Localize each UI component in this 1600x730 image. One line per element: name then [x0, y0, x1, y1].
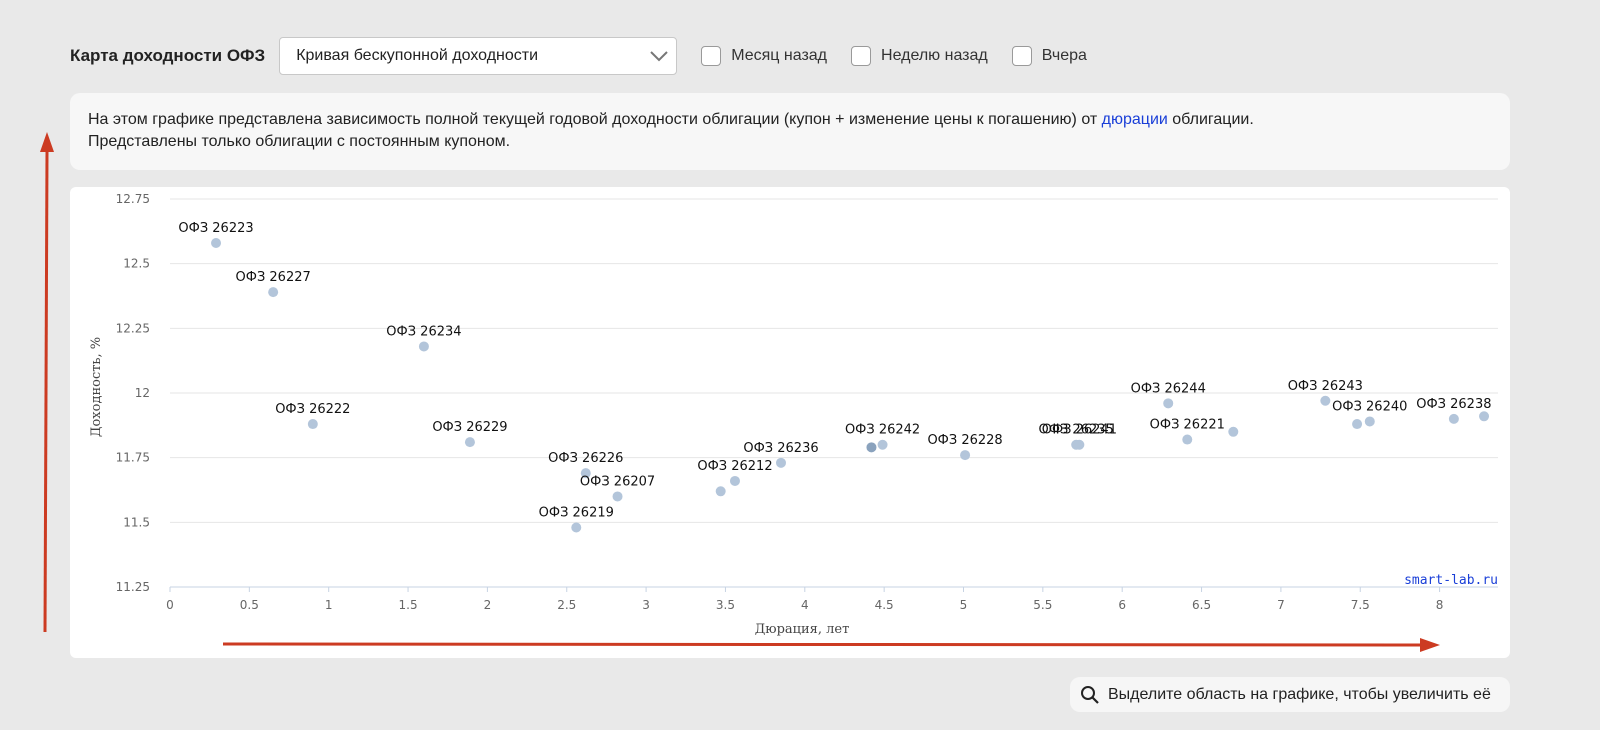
- y-tick-label: 12.25: [116, 321, 150, 335]
- point-label: ОФЗ 26243: [1288, 379, 1363, 394]
- page-title: Карта доходности ОФЗ: [70, 46, 266, 65]
- x-tick-label: 5.5: [1033, 598, 1052, 612]
- data-point: [960, 450, 971, 461]
- data-point: [1364, 416, 1375, 427]
- data-point: [1479, 411, 1490, 422]
- point-label: ОФЗ 26241: [1042, 423, 1117, 438]
- info-text-after: облигации.: [1167, 111, 1254, 128]
- point-label: ОФЗ 26219: [539, 506, 614, 521]
- checkbox-box[interactable]: [851, 46, 872, 66]
- x-axis-ticks: 0 0.5 1 1.5 2 2.5 3 3.5 4 4.5 5 5.5 6 6.5 7 7.5 8: [166, 587, 1443, 612]
- y-tick-label: 11.75: [116, 451, 150, 465]
- point-label: ОФЗ 26234: [386, 324, 461, 339]
- point-label: ОФЗ 26229: [432, 420, 507, 435]
- data-point: [418, 341, 429, 352]
- checkbox-label: Неделю назад: [881, 47, 988, 64]
- duration-link[interactable]: дюрации: [1102, 111, 1168, 128]
- info-text-before: На этом графике представлена зависимость…: [88, 111, 1102, 128]
- data-point: [729, 475, 740, 486]
- data-point: [775, 457, 786, 468]
- point-label: ОФЗ 26244: [1131, 381, 1206, 396]
- annotation-arrow-vertical: [43, 151, 49, 633]
- point-label: ОФЗ 26226: [548, 451, 623, 466]
- checkbox-week-ago[interactable]: Неделю назад: [851, 46, 988, 66]
- checkbox-month-ago[interactable]: Месяц назад: [701, 46, 827, 66]
- data-point: [715, 486, 726, 497]
- x-tick-label: 1: [325, 598, 333, 612]
- toolbar: Карта доходности ОФЗ Кривая бескупонной …: [70, 36, 1087, 76]
- x-tick-label: 8: [1436, 598, 1444, 612]
- data-point: [1163, 398, 1174, 409]
- info-box: На этом графике представлена зависимость…: [70, 93, 1510, 170]
- point-label: ОФЗ 26240: [1332, 399, 1407, 414]
- zoom-hint: Выделите область на графике, чтобы увели…: [1070, 677, 1510, 712]
- data-point: [1074, 439, 1085, 450]
- data-point: [211, 237, 222, 248]
- data-point: [612, 491, 623, 502]
- point-label: ОФЗ 26212: [697, 459, 772, 474]
- chevron-down-icon: [650, 51, 668, 62]
- x-tick-label: 2.5: [557, 598, 576, 612]
- curve-type-select-value: Кривая бескупонной доходности: [296, 47, 539, 64]
- x-tick-label: 7.5: [1351, 598, 1370, 612]
- point-label: ОФЗ 26227: [236, 270, 311, 285]
- data-point: [877, 439, 888, 450]
- y-axis-ticks: 11.25 11.5 11.75 12 12.25 12.5 12.75: [116, 192, 150, 594]
- x-axis-title: Дюрация, лет: [755, 622, 850, 637]
- data-point: [268, 287, 279, 298]
- x-tick-label: 3.5: [716, 598, 735, 612]
- x-tick-label: 4.5: [875, 598, 894, 612]
- x-tick-label: 4: [801, 598, 809, 612]
- zoom-hint-text: Выделите область на графике, чтобы увели…: [1108, 685, 1491, 703]
- data-point: [464, 437, 475, 448]
- point-labels: ОФЗ 26223 ОФЗ 26227 ОФЗ 26222 ОФЗ 26234 ОФЗ …: [178, 221, 1491, 521]
- x-tick-label: 0: [166, 598, 174, 612]
- checkbox-box[interactable]: [1011, 46, 1032, 66]
- checkbox-yesterday[interactable]: Вчера: [1011, 46, 1087, 66]
- data-point: [1182, 434, 1193, 445]
- magnifier-icon: [1081, 685, 1099, 704]
- checkbox-label: Месяц назад: [731, 47, 828, 64]
- point-label: ОФЗ 26222: [275, 402, 350, 417]
- data-point: [307, 419, 318, 430]
- annotation-arrowhead-up: [40, 132, 54, 152]
- x-tick-label: 0.5: [240, 598, 259, 612]
- x-tick-label: 6: [1118, 598, 1126, 612]
- x-tick-label: 5: [960, 598, 968, 612]
- watermark: smart-lab.ru: [1404, 573, 1498, 588]
- y-tick-label: 12: [135, 386, 150, 400]
- checkbox-box[interactable]: [701, 46, 722, 66]
- chart-panel[interactable]: 11.25 11.5 11.75 12 12.25 12.5 12.75 0 0.5 1 1.5 2…: [70, 187, 1510, 658]
- point-label: ОФЗ 26228: [927, 433, 1002, 448]
- data-point: [1228, 426, 1239, 437]
- data-point: [1352, 419, 1363, 430]
- data-point: [866, 442, 877, 453]
- y-tick-label: 11.25: [116, 580, 150, 594]
- curve-type-select[interactable]: Кривая бескупонной доходности: [279, 37, 678, 75]
- x-tick-label: 7: [1277, 598, 1285, 612]
- info-line-1: На этом графике представлена зависимость…: [88, 109, 1492, 131]
- x-tick-label: 2: [484, 598, 492, 612]
- point-label: ОФЗ 26238: [1416, 397, 1491, 412]
- x-tick-label: 6.5: [1192, 598, 1211, 612]
- y-tick-label: 12.75: [116, 192, 150, 206]
- point-label: ОФЗ 26242: [845, 423, 920, 438]
- x-tick-label: 3: [642, 598, 650, 612]
- checkbox-label: Вчера: [1041, 47, 1087, 64]
- info-line-2: Представлены только облигации с постоянн…: [88, 133, 511, 150]
- data-point: [571, 522, 582, 533]
- y-tick-label: 12.5: [123, 257, 150, 271]
- x-tick-label: 1.5: [399, 598, 418, 612]
- data-point: [1320, 395, 1331, 406]
- point-label: ОФЗ 26223: [178, 221, 253, 236]
- point-label: ОФЗ 26236: [743, 441, 818, 456]
- point-label: ОФЗ 26221: [1150, 418, 1225, 433]
- point-label: ОФЗ 26207: [580, 474, 655, 489]
- data-point: [1448, 413, 1459, 424]
- yield-scatter-chart[interactable]: 11.2511.511.751212.2512.512.75 0 0.5 1 1.5 2…: [70, 187, 1510, 658]
- y-axis-title: Доходность, %: [89, 337, 104, 437]
- y-tick-label: 11.5: [123, 515, 150, 529]
